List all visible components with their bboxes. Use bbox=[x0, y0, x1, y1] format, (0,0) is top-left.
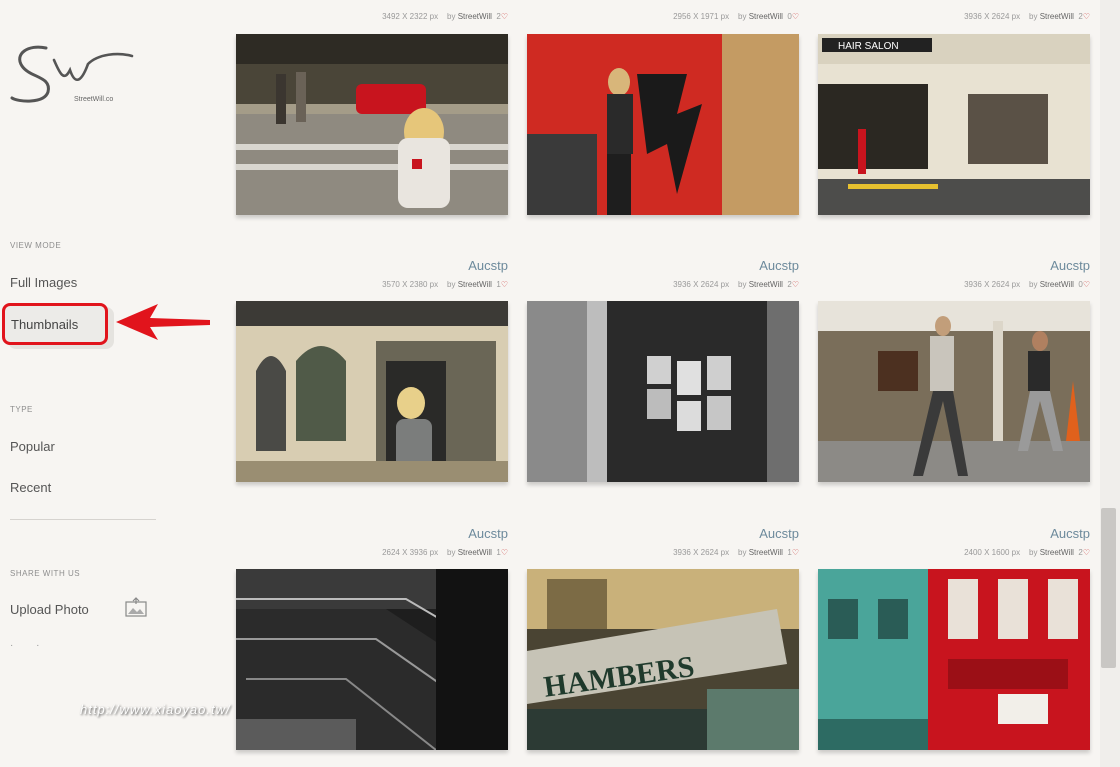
share-heading: SHARE WITH US bbox=[10, 569, 81, 578]
photo-meta: 3492 X 2322 px by StreetWill 2♡ bbox=[382, 12, 508, 21]
photo-dims: 3570 X 2380 px bbox=[382, 280, 439, 289]
photo-author[interactable]: StreetWill bbox=[458, 12, 492, 21]
heart-icon[interactable]: ♡ bbox=[792, 12, 799, 21]
heart-icon[interactable]: ♡ bbox=[501, 280, 508, 289]
photo-dims: 2400 X 1600 px bbox=[964, 548, 1021, 557]
more-dots: · · bbox=[10, 640, 50, 651]
photo-meta: 3936 X 2624 px by StreetWill 1♡ bbox=[673, 548, 799, 557]
photo-author[interactable]: StreetWill bbox=[458, 280, 492, 289]
photo-thumbnail[interactable] bbox=[236, 34, 508, 215]
photo-meta: 3936 X 2624 px by StreetWill 2♡ bbox=[673, 280, 799, 289]
photo-author[interactable]: StreetWill bbox=[749, 280, 783, 289]
heart-icon[interactable]: ♡ bbox=[792, 548, 799, 557]
photo-meta: 3936 X 2624 px by StreetWill 2♡ bbox=[964, 12, 1090, 21]
logo-subtitle: StreetWill.co bbox=[74, 96, 114, 103]
heart-icon[interactable]: ♡ bbox=[1083, 548, 1090, 557]
photo-thumbnail[interactable] bbox=[527, 301, 799, 482]
red-wall-image bbox=[527, 34, 799, 215]
view-full-images[interactable]: Full Images bbox=[10, 275, 77, 290]
arcade-building-image bbox=[236, 301, 508, 482]
heart-icon[interactable]: ♡ bbox=[792, 280, 799, 289]
photo-meta: 3936 X 2624 px by StreetWill 0♡ bbox=[964, 280, 1090, 289]
photo-title[interactable]: Aucstp bbox=[468, 526, 508, 541]
page: StreetWill.co VIEW MODE Full Images Thum… bbox=[0, 0, 1120, 767]
photo-by: by bbox=[1029, 280, 1038, 289]
photo-by: by bbox=[738, 12, 747, 21]
photo-dims: 2956 X 1971 px bbox=[673, 12, 730, 21]
photo-by: by bbox=[738, 548, 747, 557]
photo-thumbnail[interactable] bbox=[818, 301, 1090, 482]
photo-by: by bbox=[447, 12, 456, 21]
photo-by: by bbox=[1029, 12, 1038, 21]
photo-author[interactable]: StreetWill bbox=[749, 12, 783, 21]
photo-by: by bbox=[1029, 548, 1038, 557]
sidebar-divider bbox=[10, 519, 156, 520]
image-upload-icon[interactable] bbox=[124, 596, 148, 620]
photo-thumbnail[interactable] bbox=[236, 301, 508, 482]
heart-icon[interactable]: ♡ bbox=[1083, 280, 1090, 289]
view-thumbnails-label: Thumbnails bbox=[11, 317, 79, 332]
photo-dims: 3492 X 2322 px bbox=[382, 12, 439, 21]
photo-dims: 3936 X 2624 px bbox=[673, 548, 730, 557]
chambers-sign-image: HAMBERS bbox=[527, 569, 799, 750]
photo-by: by bbox=[447, 280, 456, 289]
photo-meta: 2400 X 1600 px by StreetWill 2♡ bbox=[964, 548, 1090, 557]
heart-icon[interactable]: ♡ bbox=[1083, 12, 1090, 21]
svg-text:HAIR SALON: HAIR SALON bbox=[838, 41, 899, 52]
photo-meta: 3570 X 2380 px by StreetWill 1♡ bbox=[382, 280, 508, 289]
photo-title[interactable]: Aucstp bbox=[468, 258, 508, 273]
fire-escape-image bbox=[236, 569, 508, 750]
photo-dims: 2624 X 3936 px bbox=[382, 548, 439, 557]
watermark: http://www.xiaoyao.tw/ bbox=[80, 702, 231, 717]
photo-title[interactable]: Aucstp bbox=[759, 258, 799, 273]
streetwill-logo[interactable] bbox=[8, 40, 138, 110]
photo-dims: 3936 X 2624 px bbox=[673, 280, 730, 289]
photo-title[interactable]: Aucstp bbox=[759, 526, 799, 541]
street-crossing-image bbox=[236, 34, 508, 215]
photo-thumbnail[interactable] bbox=[236, 569, 508, 750]
upload-photo-link[interactable]: Upload Photo bbox=[10, 602, 89, 617]
photo-by: by bbox=[738, 280, 747, 289]
hair-salon-image: HAIR SALON bbox=[818, 34, 1090, 215]
red-arrow-annotation bbox=[116, 304, 210, 340]
photo-by: by bbox=[447, 548, 456, 557]
scrollbar-thumb[interactable] bbox=[1101, 508, 1116, 668]
photo-meta: 2956 X 1971 px by StreetWill 0♡ bbox=[673, 12, 799, 21]
photo-thumbnail[interactable] bbox=[527, 34, 799, 215]
heart-icon[interactable]: ♡ bbox=[501, 12, 508, 21]
photo-author[interactable]: StreetWill bbox=[1040, 280, 1074, 289]
photo-dims: 3936 X 2624 px bbox=[964, 280, 1021, 289]
photo-author[interactable]: StreetWill bbox=[1040, 12, 1074, 21]
walking-men-image bbox=[818, 301, 1090, 482]
photo-title[interactable]: Aucstp bbox=[1050, 258, 1090, 273]
posters-door-image bbox=[527, 301, 799, 482]
photo-thumbnail[interactable]: HAIR SALON bbox=[818, 34, 1090, 215]
heart-icon[interactable]: ♡ bbox=[501, 548, 508, 557]
view-thumbnails-button[interactable]: Thumbnails bbox=[2, 303, 108, 345]
photo-thumbnail[interactable]: HAMBERS bbox=[527, 569, 799, 750]
photo-thumbnail[interactable] bbox=[818, 569, 1090, 750]
photo-author[interactable]: StreetWill bbox=[749, 548, 783, 557]
photo-meta: 2624 X 3936 px by StreetWill 1♡ bbox=[382, 548, 508, 557]
sidebar: StreetWill.co VIEW MODE Full Images Thum… bbox=[0, 0, 210, 767]
type-heading: TYPE bbox=[10, 405, 33, 414]
red-building-image bbox=[818, 569, 1090, 750]
view-mode-heading: VIEW MODE bbox=[10, 241, 62, 250]
photo-author[interactable]: StreetWill bbox=[458, 548, 492, 557]
type-recent[interactable]: Recent bbox=[10, 480, 51, 495]
photo-author[interactable]: StreetWill bbox=[1040, 548, 1074, 557]
photo-title[interactable]: Aucstp bbox=[1050, 526, 1090, 541]
photo-dims: 3936 X 2624 px bbox=[964, 12, 1021, 21]
type-popular[interactable]: Popular bbox=[10, 439, 55, 454]
